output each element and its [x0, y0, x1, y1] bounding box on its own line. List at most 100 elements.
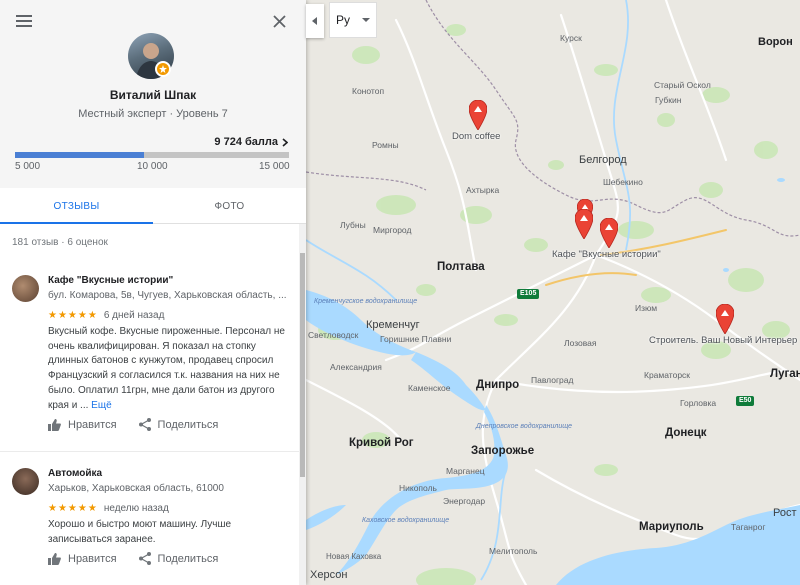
share-icon: [138, 418, 151, 431]
map-pin-icon: [600, 218, 618, 248]
review-meta: ★★★★★ 6 дней назад: [48, 310, 164, 321]
map-label-rostov: Рост: [773, 507, 797, 519]
map-pin-icon: [469, 100, 487, 130]
review-place-address: Харьков, Харьковская область, 61000: [48, 483, 224, 494]
map-label-donetsk: Донецк: [665, 427, 707, 439]
level-progress-fill: [15, 152, 145, 158]
review-item: Автомойка Харьков, Харьковская область, …: [0, 468, 300, 578]
map-label-konotop: Конотоп: [352, 86, 385, 96]
map-label-dniprovskoe-reservoir: Днепровское водохранилище: [476, 423, 573, 430]
user-level: Местный эксперт · Уровень 7: [78, 108, 228, 120]
map-label-akhtyrka: Ахтырка: [466, 185, 500, 195]
map-label-kamenskoe: Каменское: [408, 383, 451, 393]
like-label: Нравится: [68, 418, 117, 431]
review-place-thumbnail[interactable]: [12, 468, 39, 495]
share-button[interactable]: Поделиться: [138, 552, 219, 565]
review-text: Вкусный кофе. Вкусные пироженные. Персон…: [48, 325, 294, 413]
map-label-zaporozhye: Запорожье: [471, 445, 535, 457]
share-icon: [138, 552, 151, 565]
map-label-novaya-kakhovka: Новая Каховка: [326, 552, 382, 561]
map-label-mirgorod: Миргород: [373, 225, 412, 235]
map-label-svetlovodsk: Светловодск: [308, 330, 359, 340]
map-label-kremenchug-reservoir: Кременчугское водохранилище: [314, 298, 418, 305]
review-text: Хорошо и быстро моют машину. Лучше запис…: [48, 519, 232, 545]
map-label-lugansk: Луган: [770, 368, 800, 380]
map-label-kramatorsk: Краматорск: [644, 370, 691, 380]
scrollbar-thumb[interactable]: [300, 253, 305, 477]
map-pin-icon: [575, 209, 593, 239]
map-pin-label-cafe[interactable]: Кафе "Вкусные истории": [552, 249, 661, 260]
map-label-kremenchug: Кременчуг: [366, 319, 420, 331]
map-label-shebekino: Шебекино: [603, 177, 643, 187]
user-name: Виталий Шпак: [109, 88, 197, 102]
map-label-pavlograd: Павлоград: [531, 375, 574, 385]
review-place-address: бул. Комарова, 5в, Чугуев, Харьковская о…: [48, 290, 287, 301]
close-button[interactable]: [265, 7, 293, 35]
map-label-melitopol: Мелитополь: [489, 546, 538, 556]
review-summary: 181 отзыв · 6 оценок: [12, 237, 108, 248]
review-date: 6 дней назад: [103, 310, 165, 321]
map-label-kakhovka-reservoir: Каховское водохранилище: [362, 517, 450, 524]
collapse-panel-button[interactable]: [306, 4, 324, 38]
map-label-poltava: Полтава: [437, 261, 485, 273]
map-label-romny: Ромны: [372, 140, 399, 150]
reviews-scrollbar[interactable]: [299, 224, 306, 585]
map-label-gorlovka: Горловка: [680, 398, 717, 408]
language-select-value: Ру: [336, 13, 351, 27]
points-link[interactable]: 9 724 балла: [214, 136, 288, 148]
tab-photos[interactable]: ФОТО: [153, 188, 306, 224]
level-progress-bar: [15, 152, 289, 158]
profile-tabs: ОТЗЫВЫ ФОТО: [0, 188, 306, 224]
triangle-left-icon: [312, 17, 317, 25]
map-label-lubny: Лубны: [340, 220, 366, 230]
app-root: E105 E50 Курск Ворон Старый Оскол Губкин…: [0, 0, 800, 585]
chevron-right-icon: [282, 137, 288, 147]
review-actions: Нравится Поделиться: [48, 418, 218, 431]
progress-tick-max: 15 000: [259, 161, 290, 172]
map-label-lozovaya: Лозовая: [564, 338, 597, 348]
road-e50-badge: E50: [736, 396, 755, 406]
map-label-aleksandriya: Александрия: [330, 362, 382, 372]
chevron-down-icon: [362, 18, 371, 22]
share-label: Поделиться: [157, 418, 219, 431]
review-text-body: Вкусный кофе. Вкусные пироженные. Персон…: [48, 326, 285, 411]
map-label-gorishnie-plavni: Горишние Плавни: [380, 334, 452, 344]
progress-tick-mid: 10 000: [137, 161, 168, 172]
map-label-belgorod: Белгород: [579, 154, 627, 166]
review-actions: Нравится Поделиться: [48, 552, 218, 565]
map-pin-label-stroitel[interactable]: Строитель. Ваш Новый Интерьер: [649, 335, 797, 346]
map-label-voronezh: Ворон: [758, 36, 793, 48]
review-stars: ★★★★★: [48, 503, 98, 514]
map-label-kursk: Курск: [560, 33, 582, 43]
map-label-mariupol: Мариуполь: [639, 521, 704, 533]
hamburger-menu-icon: [16, 15, 32, 27]
review-place-title[interactable]: Автомойка: [48, 468, 102, 479]
progress-tick-min: 5 000: [15, 161, 41, 172]
review-place-title[interactable]: Кафе "Вкусные истории": [48, 275, 173, 286]
review-more-link[interactable]: Ещё: [91, 400, 111, 411]
review-meta: ★★★★★ неделю назад: [48, 503, 169, 514]
menu-button[interactable]: [10, 7, 38, 35]
language-select[interactable]: Ру: [329, 2, 377, 38]
map-pin-label-dom-coffee[interactable]: Dom coffee: [452, 131, 500, 142]
thumbs-up-icon: [48, 418, 61, 431]
tab-reviews[interactable]: ОТЗЫВЫ: [0, 188, 153, 224]
review-place-thumbnail[interactable]: [12, 275, 39, 302]
contributor-panel: Виталий Шпак Местный эксперт · Уровень 7…: [0, 0, 306, 585]
map-label-taganrog: Таганрог: [731, 522, 766, 532]
points-value: 9 724 балла: [214, 136, 278, 148]
share-label: Поделиться: [157, 552, 219, 565]
like-label: Нравится: [68, 552, 117, 565]
like-button[interactable]: Нравится: [48, 418, 117, 431]
map-label-kherson: Херсон: [310, 569, 348, 581]
map-label-energodar: Энергодар: [443, 496, 486, 506]
map-label-nikopol: Никополь: [399, 483, 437, 493]
share-button[interactable]: Поделиться: [138, 418, 219, 431]
local-guide-badge-icon: [155, 61, 171, 77]
close-icon: [272, 14, 286, 28]
map[interactable]: E105 E50 Курск Ворон Старый Оскол Губкин…: [306, 0, 800, 585]
road-e105-badge: E105: [517, 289, 540, 299]
like-button[interactable]: Нравится: [48, 552, 117, 565]
thumbs-up-icon: [48, 552, 61, 565]
map-label-marganets: Марганец: [446, 466, 485, 476]
